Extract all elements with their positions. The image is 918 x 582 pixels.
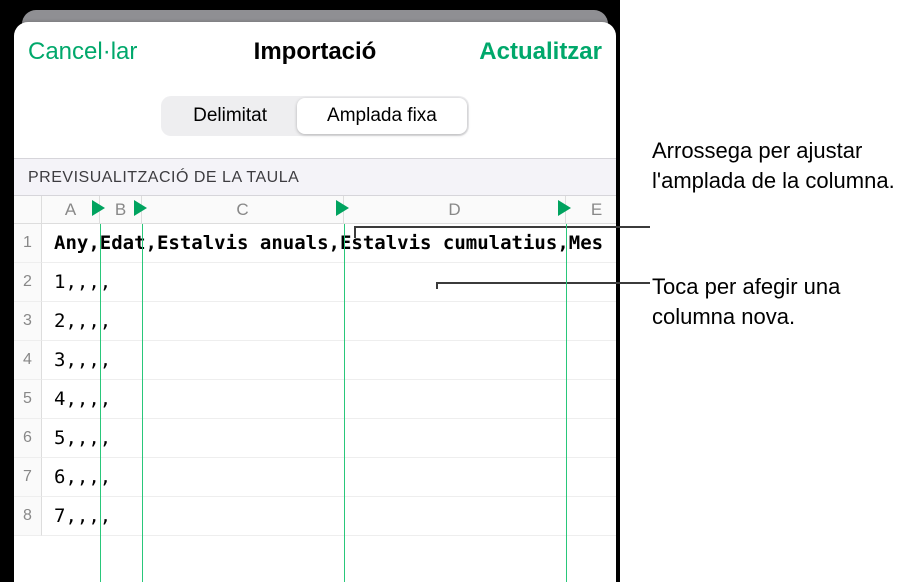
sheet-title: Importació <box>254 38 377 66</box>
row-number[interactable]: 1 <box>14 224 42 263</box>
navbar: Cancel·lar Importació Actualitzar <box>14 22 616 82</box>
callout-leader-line <box>354 226 356 238</box>
table-row: 3 2,,,, <box>14 302 616 341</box>
column-drag-handle-icon[interactable] <box>134 200 147 216</box>
row-content: 3,,,, <box>42 341 616 380</box>
row-number[interactable]: 8 <box>14 497 42 536</box>
table-preview-header: PREVISUALITZACIÓ DE LA TAULA <box>14 158 616 196</box>
column-separator[interactable] <box>100 224 101 582</box>
column-header[interactable]: E <box>566 196 616 224</box>
callout-leader-line <box>354 226 650 228</box>
callout-leader-line <box>436 282 650 284</box>
callout-add-column: Toca per afegir una columna nova. <box>652 272 912 331</box>
callout-drag-width: Arrossega per ajustar l'amplada de la co… <box>652 136 912 195</box>
row-content: 6,,,, <box>42 458 616 497</box>
column-drag-handle-icon[interactable] <box>558 200 571 216</box>
column-drag-handle-icon[interactable] <box>92 200 105 216</box>
segment-fixed-width[interactable]: Amplada fixa <box>297 98 467 134</box>
row-content: 5,,,, <box>42 419 616 458</box>
row-number[interactable]: 5 <box>14 380 42 419</box>
table-row: 1 Any,Edat,Estalvis anuals,Estalvis cumu… <box>14 224 616 263</box>
table-row: 7 6,,,, <box>14 458 616 497</box>
column-separator[interactable] <box>344 224 345 582</box>
format-segmented-control: Delimitat Amplada fixa <box>161 96 469 136</box>
row-content: 7,,,, <box>42 497 616 536</box>
table-row: 8 7,,,, <box>14 497 616 536</box>
row-number[interactable]: 3 <box>14 302 42 341</box>
column-drag-handle-icon[interactable] <box>336 200 349 216</box>
row-content: Any,Edat,Estalvis anuals,Estalvis cumula… <box>42 224 616 263</box>
row-content: 4,,,, <box>42 380 616 419</box>
row-number[interactable]: 6 <box>14 419 42 458</box>
table-row: 6 5,,,, <box>14 419 616 458</box>
column-header[interactable]: D <box>344 196 566 224</box>
row-number[interactable]: 7 <box>14 458 42 497</box>
row-number[interactable]: 4 <box>14 341 42 380</box>
column-separator[interactable] <box>566 224 567 582</box>
table-row: 5 4,,,, <box>14 380 616 419</box>
column-header[interactable]: C <box>142 196 344 224</box>
callout-leader-line <box>436 282 438 289</box>
table-preview[interactable]: A B C D E 1 Any,Edat,Estalvis anuals,Est… <box>14 196 616 582</box>
segment-delimited[interactable]: Delimitat <box>163 98 297 134</box>
column-separator[interactable] <box>142 224 143 582</box>
row-content: 2,,,, <box>42 302 616 341</box>
cancel-button[interactable]: Cancel·lar <box>28 38 137 66</box>
update-button[interactable]: Actualitzar <box>479 38 602 66</box>
row-number[interactable]: 2 <box>14 263 42 302</box>
table-row: 4 3,,,, <box>14 341 616 380</box>
import-settings-sheet: Cancel·lar Importació Actualitzar Delimi… <box>14 22 616 582</box>
